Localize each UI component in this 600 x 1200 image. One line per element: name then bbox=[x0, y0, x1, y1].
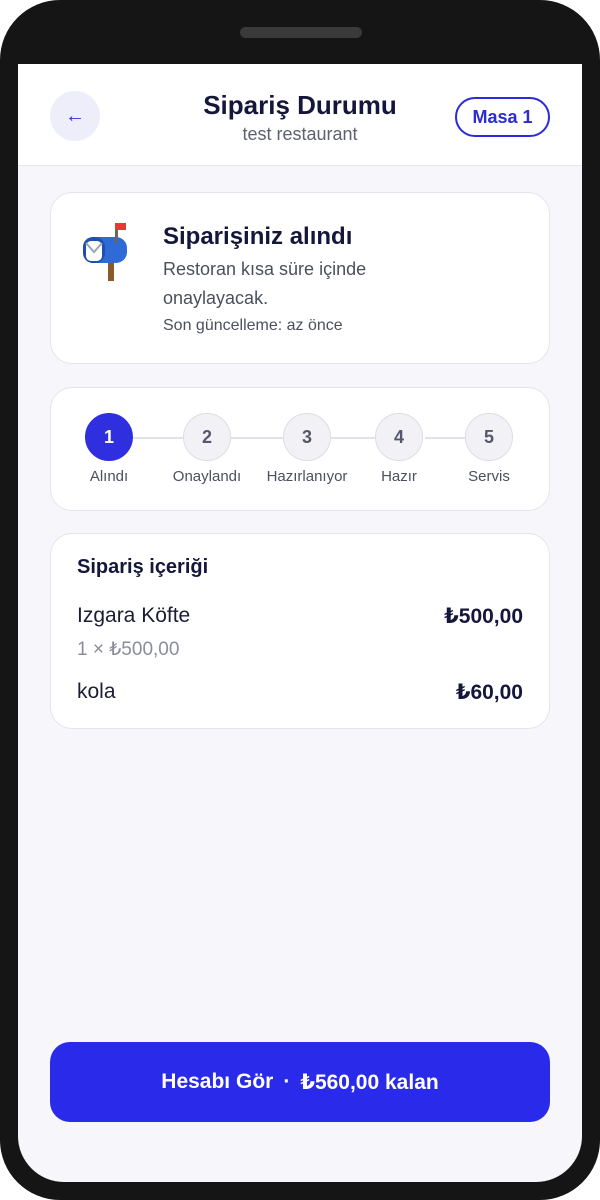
step-number: 1 bbox=[85, 413, 133, 461]
order-status-card: Siparişiniz alındı Restoran kısa süre iç… bbox=[50, 192, 550, 364]
order-progress-stepper: 1 Alındı 2 Onaylandı 3 Hazırlanıyor 4 Ha… bbox=[50, 387, 550, 511]
status-title: Siparişiniz alındı bbox=[163, 223, 353, 250]
mailbox-icon bbox=[83, 223, 127, 281]
item-name: Izgara Köfte bbox=[77, 604, 191, 627]
speaker-notch bbox=[240, 27, 362, 38]
status-description: Restoran kısa süre içinde onaylayacak. bbox=[163, 259, 367, 308]
step-number: 5 bbox=[465, 413, 513, 461]
step-number: 2 bbox=[183, 413, 231, 461]
separator-dot: · bbox=[283, 1070, 291, 1093]
item-quantity-detail: 1 × ₺500,00 bbox=[77, 639, 180, 660]
step-number: 3 bbox=[283, 413, 331, 461]
last-updated: Son güncelleme: az önce bbox=[163, 317, 343, 334]
step-label: Servis bbox=[468, 468, 510, 485]
step-number: 4 bbox=[375, 413, 423, 461]
order-items-title: Sipariş içeriği bbox=[77, 556, 209, 578]
table-badge[interactable]: Masa 1 bbox=[455, 97, 550, 137]
step-served: 5 Servis bbox=[419, 413, 559, 485]
item-price: ₺60,00 bbox=[455, 681, 523, 704]
view-bill-button[interactable]: Hesabı Gör · ₺560,00 kalan bbox=[50, 1042, 550, 1122]
remaining-amount: ₺560,00 kalan bbox=[300, 1070, 439, 1094]
app-screen: ← Sipariş Durumu test restaurant Masa 1 … bbox=[18, 64, 582, 1182]
item-name: kola bbox=[77, 680, 116, 703]
phone-frame: ← Sipariş Durumu test restaurant Masa 1 … bbox=[0, 0, 600, 1200]
item-price: ₺500,00 bbox=[444, 605, 523, 628]
app-header: ← Sipariş Durumu test restaurant Masa 1 bbox=[18, 64, 582, 166]
order-items-card: Sipariş içeriği Izgara Köfte ₺500,00 1 ×… bbox=[50, 533, 550, 729]
view-bill-label: Hesabı Gör bbox=[161, 1070, 274, 1093]
